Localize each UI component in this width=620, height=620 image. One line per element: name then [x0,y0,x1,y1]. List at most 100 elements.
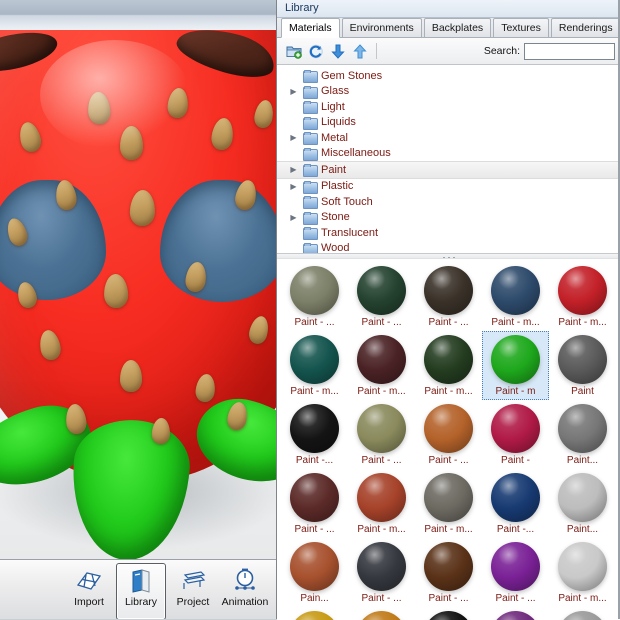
material-label: Paint - ... [294,317,335,328]
material-cell[interactable]: Paint - ... [415,538,482,607]
mode-button-project[interactable]: Project [168,563,218,619]
material-cell[interactable]: Paint - ... [415,262,482,331]
chevron-right-icon[interactable]: ▶ [288,182,299,191]
tree-item-gem-stones[interactable]: ▶Gem Stones [277,68,620,84]
material-sphere [424,542,473,591]
library-window[interactable]: Library Materials Environments Backplates T… [276,0,620,620]
search-area[interactable]: Search: [484,42,615,60]
material-cell[interactable]: Paint - m... [348,331,415,400]
material-cell[interactable] [482,607,549,620]
material-cell[interactable]: Pain... [281,538,348,607]
tree-item-stone[interactable]: ▶ Stone [277,210,620,226]
material-sphere [357,473,406,522]
mode-button-label: Animation [221,596,269,608]
mode-toolbar[interactable]: Import Library Project Animation [0,559,276,619]
material-cell[interactable]: Paint - ... [348,262,415,331]
tree-item-label: Glass [321,85,350,98]
material-label: Paint - ... [428,455,469,466]
material-label: Paint - ... [428,317,469,328]
3d-scene[interactable] [0,30,276,559]
material-cell[interactable]: Paint [549,331,616,400]
material-sphere [491,542,540,591]
material-grid-row: Paint - m... Paint - m... Paint - m... Pain… [281,331,617,400]
material-cell[interactable]: Paint - m... [549,262,616,331]
tab-environments[interactable]: Environments [341,18,422,37]
chevron-right-icon[interactable]: ▶ [288,165,299,174]
material-grid[interactable]: Paint - ... Paint - ... Paint - ... Paint -… [281,262,617,620]
chevron-right-icon[interactable]: ▶ [288,213,299,222]
material-sphere [290,473,339,522]
material-cell[interactable]: Paint - m... [549,538,616,607]
library-toolbar[interactable]: Search: [277,38,620,65]
tree-item-liquids[interactable]: ▶Liquids [277,115,620,131]
material-cell[interactable]: Paint - ... [348,538,415,607]
mode-buttons[interactable]: Import Library Project Animation [64,563,270,619]
material-grid-row: Paint - ... Paint - m... Paint - m... Paint… [281,469,617,538]
render-viewport[interactable]: Import Library Project Animation [0,0,276,619]
mode-button-import[interactable]: Import [64,563,114,619]
material-sphere [424,404,473,453]
material-cell[interactable]: Paint - ... [415,400,482,469]
material-label: Paint - ... [495,593,536,604]
material-cell[interactable]: Paint -... [482,469,549,538]
material-cell[interactable] [348,607,415,620]
library-tabs[interactable]: Materials Environments Backplates Textures R… [277,18,620,38]
material-cell[interactable]: Paint - m... [348,469,415,538]
tree-item-glass[interactable]: ▶ Glass [277,84,620,100]
chevron-right-icon[interactable]: ▶ [288,87,299,96]
tab-backplates[interactable]: Backplates [423,18,492,37]
tree-item-translucent[interactable]: ▶Translucent [277,225,620,241]
material-cell[interactable]: Paint - m... [482,262,549,331]
tree-item-light[interactable]: ▶Light [277,99,620,115]
tree-item-plastic[interactable]: ▶ Plastic [277,179,620,195]
material-cell[interactable]: Paint - m... [281,331,348,400]
material-cell[interactable]: Paint - m... [415,469,482,538]
material-cell[interactable]: Paint - m... [415,331,482,400]
material-cell[interactable] [281,607,348,620]
tab-textures[interactable]: Textures [493,18,549,37]
material-cell[interactable]: Paint -... [281,400,348,469]
tree-item-label: Miscellaneous [321,147,391,160]
material-sphere [424,473,473,522]
upload-icon[interactable] [349,40,371,62]
mode-button-animation[interactable]: Animation [220,563,270,619]
material-sphere [558,404,607,453]
material-cell[interactable] [415,607,482,620]
tab-renderings[interactable]: Renderings [550,18,620,37]
refresh-icon[interactable] [305,40,327,62]
material-grid-scroll[interactable]: Paint - ... Paint - ... Paint - ... Paint -… [277,258,620,620]
material-cell[interactable]: Paint - ... [281,262,348,331]
material-label: Paint - m... [424,524,473,535]
chevron-right-icon[interactable]: ▶ [288,133,299,142]
folder-icon [303,180,318,194]
material-cell[interactable]: Paint - [482,400,549,469]
material-cell-selected[interactable]: Paint - m [482,331,549,400]
material-label: Pain... [300,593,329,604]
download-icon[interactable] [327,40,349,62]
material-cell[interactable]: Paint - ... [348,400,415,469]
tree-item-metal[interactable]: ▶ Metal [277,130,620,146]
material-sphere [491,335,540,384]
material-label: Paint - ... [361,455,402,466]
tree-item-label: Light [321,100,345,113]
material-cell[interactable]: Paint - ... [281,469,348,538]
tree-item-miscellaneous[interactable]: ▶Miscellaneous [277,146,620,162]
material-label: Paint - m... [558,317,607,328]
tree-item-label: Paint [321,163,347,176]
material-cell[interactable]: Paint... [549,469,616,538]
folder-icon [303,211,318,225]
material-cell[interactable] [549,607,616,620]
material-sphere [424,335,473,384]
category-tree[interactable]: ▶Gem Stones▶Glass▶Light▶Liquids▶Metal▶Mi… [277,65,620,254]
material-cell[interactable]: Paint - ... [482,538,549,607]
search-input[interactable] [524,42,615,60]
tree-item-wood[interactable]: ▶Wood [277,241,620,253]
add-folder-icon[interactable] [283,40,305,62]
material-label: Paint - m... [558,593,607,604]
material-sphere [558,335,607,384]
mode-button-library[interactable]: Library [116,563,166,619]
material-cell[interactable]: Paint... [549,400,616,469]
tab-materials[interactable]: Materials [281,18,340,38]
tree-item-paint[interactable]: ▶ Paint [277,161,620,179]
tree-item-soft-touch[interactable]: ▶Soft Touch [277,194,620,210]
